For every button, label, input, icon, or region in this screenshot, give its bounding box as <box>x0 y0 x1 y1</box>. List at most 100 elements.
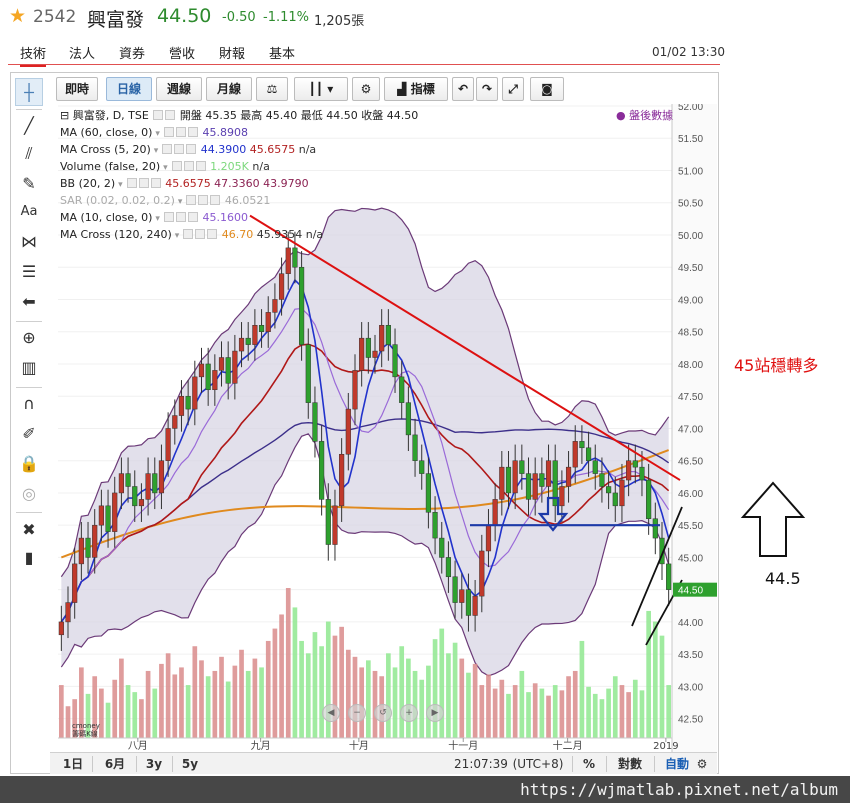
tab-financials[interactable]: 財報 <box>219 43 245 62</box>
chevron-down-icon[interactable]: ▾ <box>178 197 183 207</box>
legend-eye-icon[interactable] <box>163 127 174 137</box>
candle-body <box>606 486 612 494</box>
fib-icon[interactable]: ☰ <box>15 258 43 286</box>
legend-close-icon[interactable] <box>195 161 206 171</box>
settings-tools-icon[interactable]: ✖ <box>15 516 43 544</box>
volume-bar <box>646 610 651 738</box>
legend-close-icon[interactable] <box>210 195 221 205</box>
undo-icon[interactable]: ↶ <box>452 77 474 101</box>
range-3y[interactable]: 3y <box>142 755 166 773</box>
range-1d[interactable]: 1日 <box>60 755 86 773</box>
brush-icon[interactable]: ✎ <box>15 170 43 198</box>
pattern-icon[interactable]: ⋈ <box>15 228 43 256</box>
indicators-button[interactable]: ▟ 指標 <box>384 77 448 101</box>
price-chart[interactable]: 52.00 51.50 51.00 50.50 50.00 49.50 49.00 48.50… <box>50 104 717 776</box>
zoom-out-icon[interactable]: − <box>348 704 366 722</box>
reset-icon[interactable]: ↺ <box>374 704 392 722</box>
lock-icon[interactable]: 🔒 <box>15 450 43 478</box>
legend-gear-icon[interactable] <box>138 178 149 188</box>
chevron-down-icon[interactable]: ▾ <box>155 214 160 224</box>
legend-gear-icon[interactable] <box>174 144 185 154</box>
gear-icon[interactable]: ⚙ <box>352 77 380 101</box>
fork-icon[interactable]: ⫽ <box>15 140 43 168</box>
legend-eye-icon[interactable] <box>186 195 197 205</box>
crosshair-icon[interactable]: ┼ <box>15 78 43 106</box>
lock-drawing-icon[interactable]: ✐ <box>15 420 43 448</box>
volume-bar <box>539 688 545 738</box>
legend-close-icon[interactable] <box>186 144 197 154</box>
compare-icon[interactable]: ⚖ <box>256 77 288 101</box>
daily-button[interactable]: 日線 <box>106 77 152 101</box>
tab-revenue[interactable]: 營收 <box>169 43 195 62</box>
auto-toggle[interactable]: 自動 <box>658 755 696 773</box>
volume-bar <box>359 667 364 738</box>
legend-gear-icon[interactable] <box>165 110 176 120</box>
chevron-down-icon[interactable]: ▾ <box>155 129 160 139</box>
log-toggle[interactable]: 對數 <box>610 755 650 773</box>
cmoney-logo: cmoney 籌碼K線 <box>72 722 100 738</box>
camera-icon[interactable]: ◙ <box>530 77 564 101</box>
range-6m[interactable]: 6月 <box>100 755 130 773</box>
monthly-button[interactable]: 月線 <box>206 77 252 101</box>
legend-eye-icon[interactable] <box>163 212 174 222</box>
zoom-icon[interactable]: ⊕ <box>15 324 43 352</box>
legend-gear-icon[interactable] <box>175 212 186 222</box>
favorite-star-icon[interactable]: ★ <box>9 5 26 27</box>
legend-close-icon[interactable] <box>150 178 161 188</box>
scale-settings-icon[interactable]: ⚙ <box>692 755 712 773</box>
legend-value: 1.205K <box>206 160 249 173</box>
volume-bar <box>279 614 284 738</box>
legend-gear-icon[interactable] <box>195 229 206 239</box>
volume-bar <box>372 670 378 738</box>
volume-bar <box>586 686 591 738</box>
volume-bar <box>219 656 224 738</box>
legend-eye-icon[interactable] <box>171 161 182 171</box>
stock-name: 興富發 <box>87 9 145 31</box>
legend-eye-icon[interactable] <box>162 144 173 154</box>
weekly-button[interactable]: 週線 <box>156 77 202 101</box>
legend-gear-icon[interactable] <box>175 127 186 137</box>
text-icon[interactable]: Aa <box>15 198 43 226</box>
x-tick-label: 十月 <box>349 739 369 752</box>
collapse-icon[interactable]: ⊟ <box>60 109 73 122</box>
range-5y[interactable]: 5y <box>178 755 202 773</box>
scroll-left-icon[interactable]: ◀ <box>322 704 340 722</box>
legend-close-icon[interactable] <box>187 127 198 137</box>
tab-institutional[interactable]: 法人 <box>69 43 95 62</box>
hide-icon[interactable]: ◎ <box>15 480 43 508</box>
chevron-down-icon[interactable]: ▾ <box>163 163 168 173</box>
zoom-in-icon[interactable]: + <box>400 704 418 722</box>
chevron-down-icon[interactable]: ▾ <box>175 231 180 241</box>
legend-close-icon[interactable] <box>207 229 218 239</box>
percent-toggle[interactable]: % <box>578 755 600 773</box>
candle-body <box>145 473 151 500</box>
legend-gear-icon[interactable] <box>198 195 209 205</box>
legend-eye-icon[interactable] <box>126 178 137 188</box>
scroll-right-icon[interactable]: ▶ <box>426 704 444 722</box>
legend-gear-icon[interactable] <box>183 161 194 171</box>
trendline-icon[interactable]: ╱ <box>15 112 43 140</box>
legend-eye-icon[interactable] <box>153 110 164 120</box>
redo-icon[interactable]: ↷ <box>476 77 498 101</box>
tab-basic[interactable]: 基本 <box>269 43 295 62</box>
arrow-left-icon[interactable]: ⬅ <box>15 288 43 316</box>
chevron-down-icon[interactable]: ▾ <box>154 146 159 156</box>
trash-icon[interactable]: ▮ <box>15 544 43 572</box>
fullscreen-icon[interactable]: ⤢ <box>502 77 524 101</box>
intraday-button[interactable]: 即時 <box>56 77 98 101</box>
volume-bar <box>512 685 518 738</box>
volume-bar <box>332 635 338 738</box>
chevron-down-icon[interactable]: ▾ <box>118 180 123 190</box>
tab-margin[interactable]: 資券 <box>119 43 145 62</box>
legend-close-icon[interactable] <box>187 212 198 222</box>
legend-value: 45.6575 <box>161 177 211 190</box>
after-hours-link[interactable]: ● 盤後數據 <box>616 108 673 124</box>
volume-bar <box>572 670 578 738</box>
chart-type-icon[interactable]: ┃┃ ▾ <box>294 77 348 101</box>
y-tick-label: 51.00 <box>678 166 703 177</box>
annotation-level: 44.5 <box>765 569 801 588</box>
magnet-icon[interactable]: ∩ <box>15 390 43 418</box>
measure-icon[interactable]: ▥ <box>15 354 43 382</box>
legend-ohlc: 開盤 45.35 最高 45.40 最低 44.50 收盤 44.50 <box>179 109 419 122</box>
legend-eye-icon[interactable] <box>183 229 194 239</box>
